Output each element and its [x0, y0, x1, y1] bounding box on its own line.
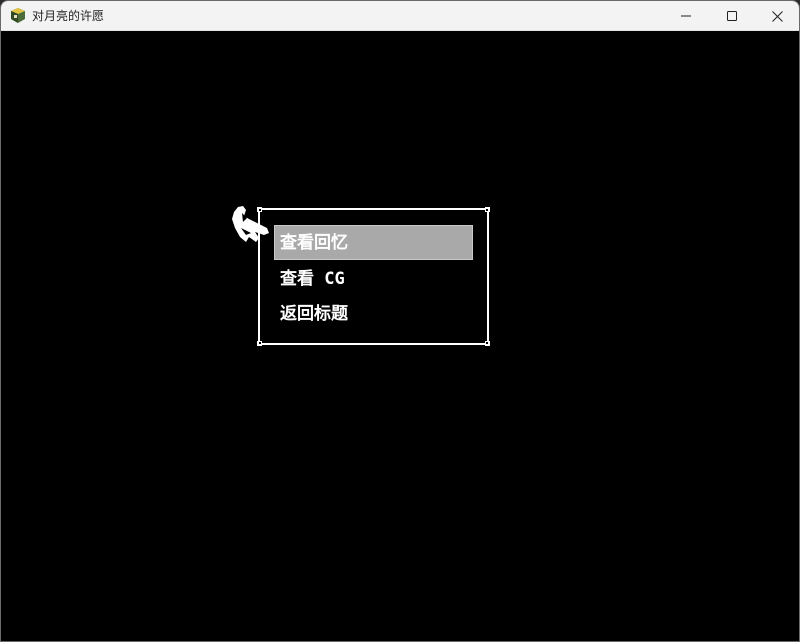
- command-menu: 查看回忆 查看 CG 返回标题: [257, 207, 490, 346]
- minimize-icon: [681, 15, 691, 17]
- menu-item-view-cg[interactable]: 查看 CG: [280, 264, 345, 294]
- app-window: 对月亮的许愿 查看回忆 查看 CG 返回标题: [0, 0, 800, 642]
- minimize-button[interactable]: [663, 1, 709, 31]
- window-title: 对月亮的许愿: [32, 9, 105, 23]
- maximize-button[interactable]: [709, 1, 755, 31]
- maximize-icon: [727, 11, 737, 21]
- title-bar[interactable]: 对月亮的许愿: [1, 1, 799, 31]
- menu-item-return-title[interactable]: 返回标题: [280, 299, 348, 329]
- game-app-icon: [11, 8, 25, 23]
- game-canvas[interactable]: 查看回忆 查看 CG 返回标题: [1, 31, 799, 641]
- close-button[interactable]: [754, 1, 799, 31]
- close-icon: [771, 10, 783, 22]
- menu-item-view-memories[interactable]: 查看回忆: [280, 228, 348, 258]
- pointing-hand-icon: [232, 206, 269, 242]
